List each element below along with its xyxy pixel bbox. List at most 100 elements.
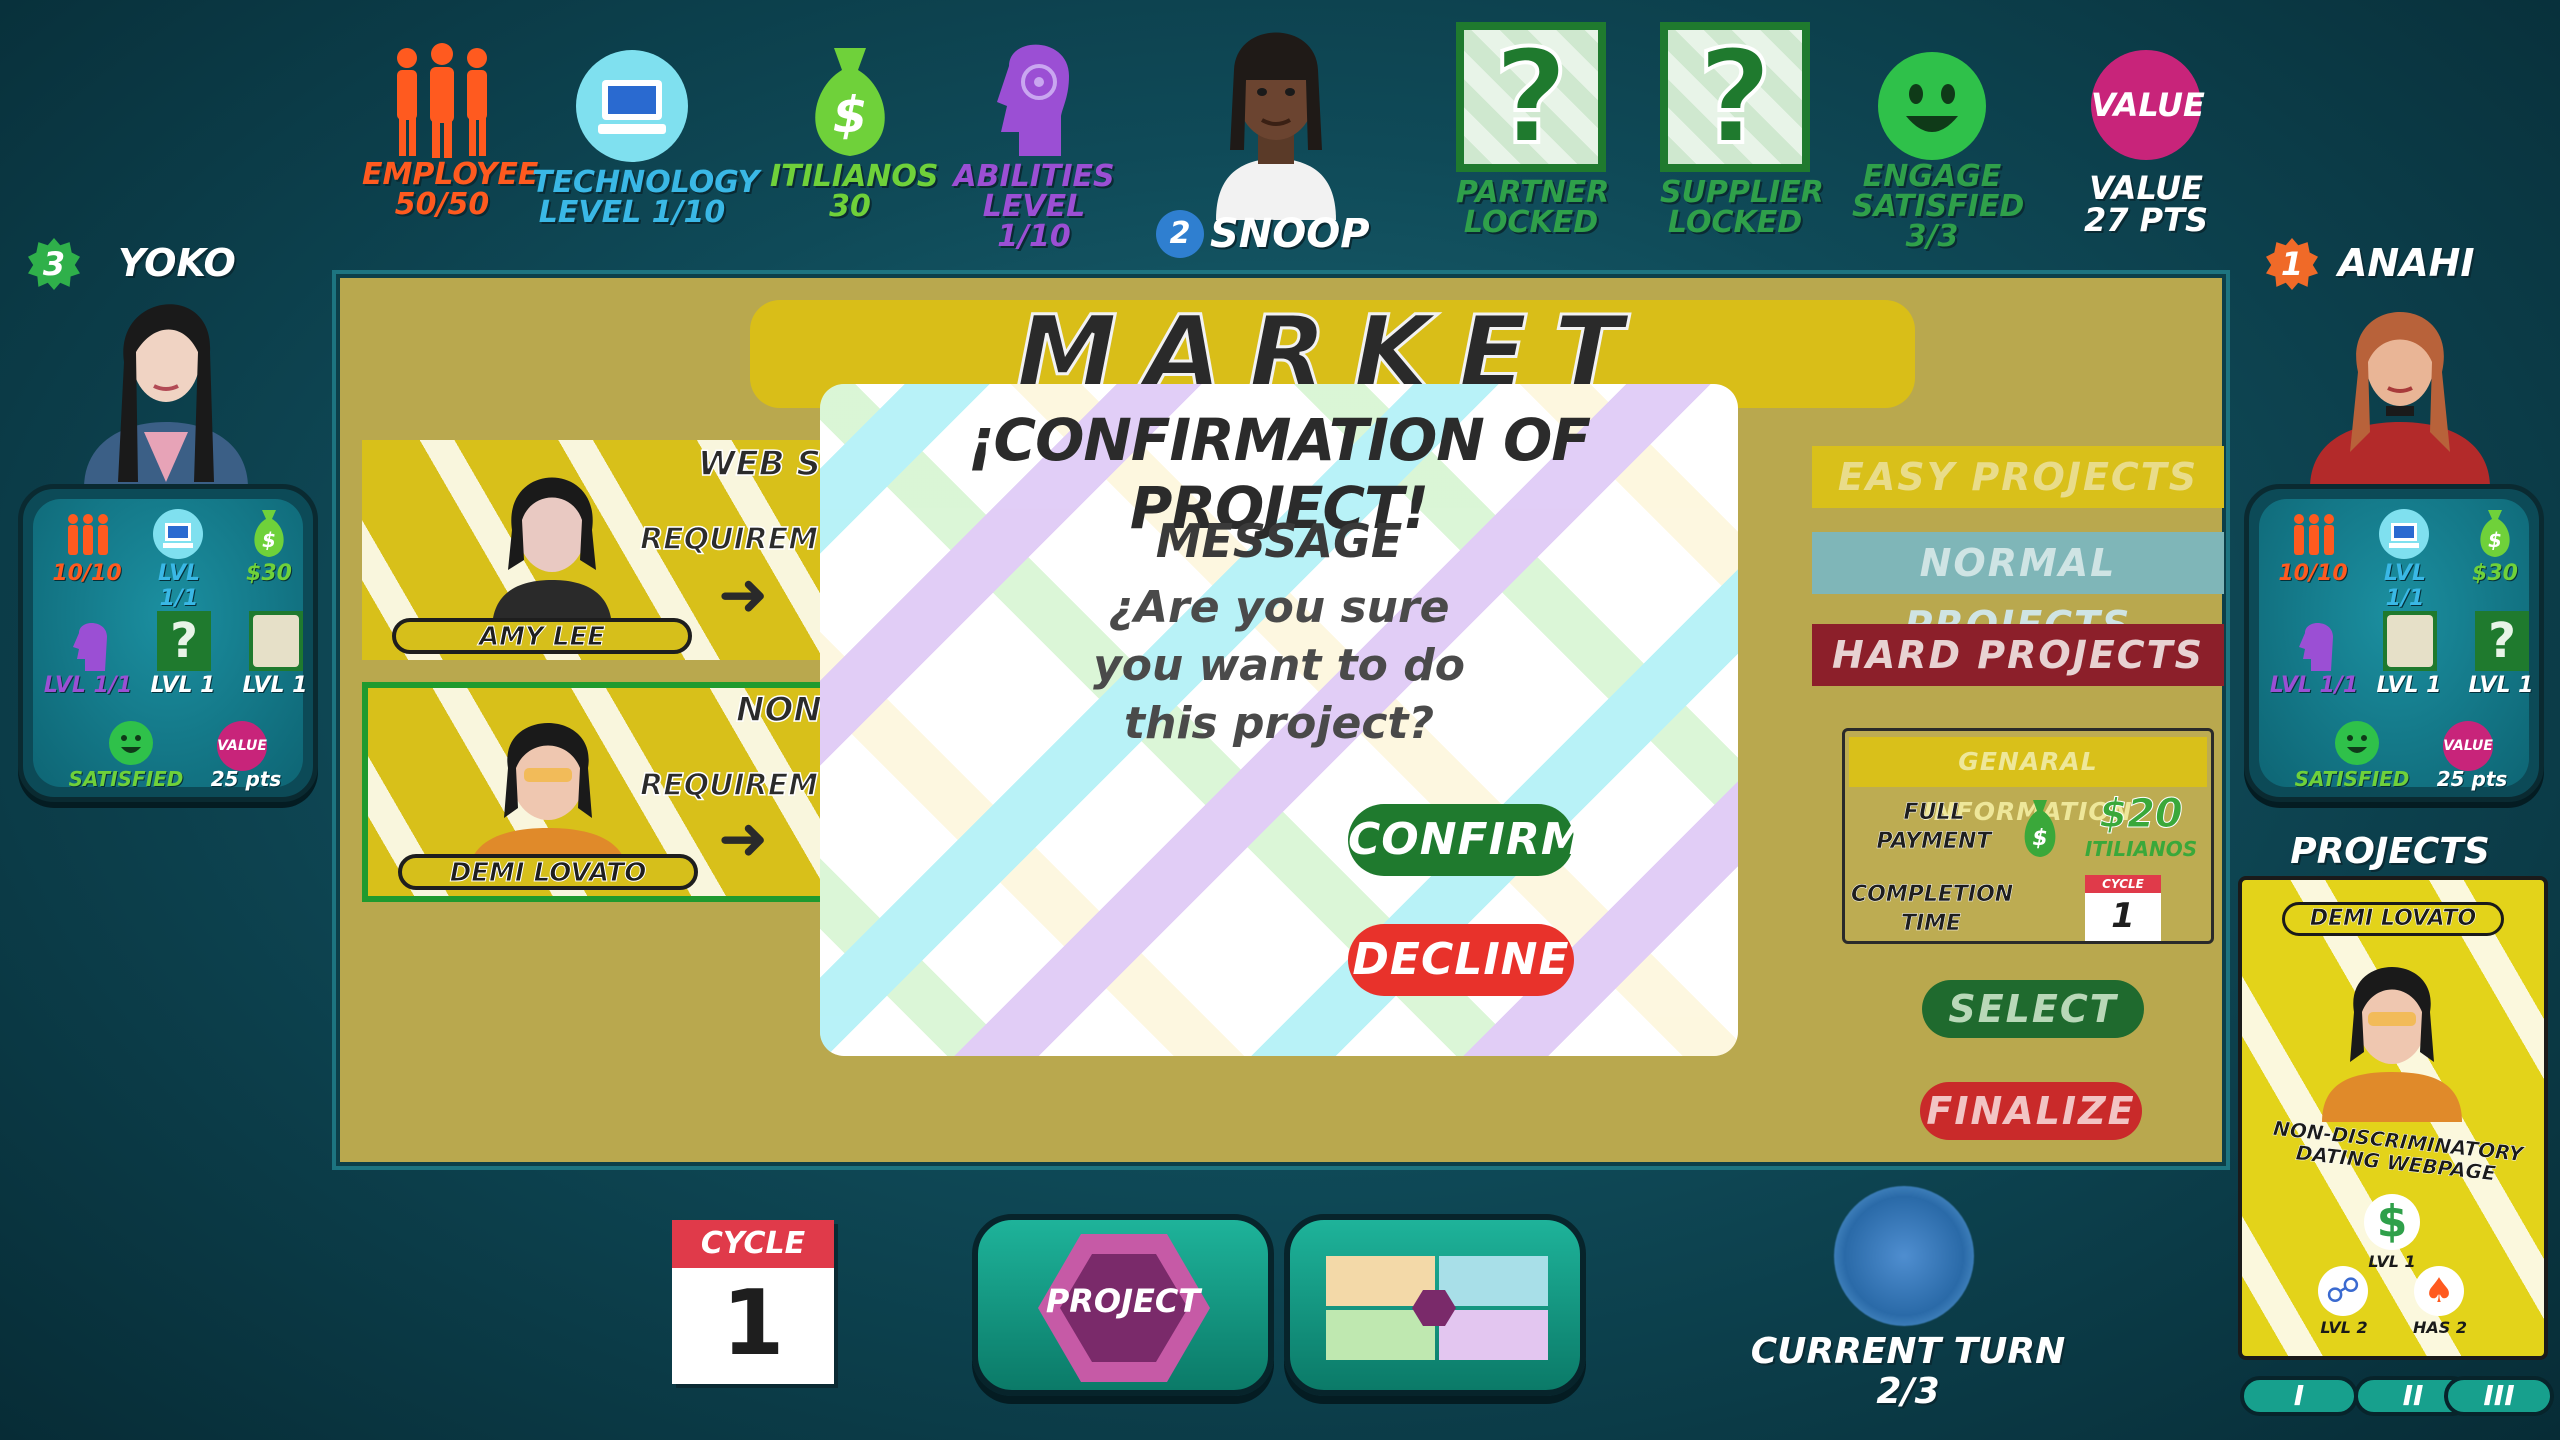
current-turn-value: 2/3 [1876, 1371, 1940, 1412]
right-points: 25 pts [2436, 767, 2508, 791]
left-tech: LVL 1/1 [157, 561, 201, 611]
modal-subtitle: MESSAGE [1155, 514, 1403, 568]
general-info-header: GENARAL INFORMATION [1849, 737, 2207, 826]
employees-icon [2294, 514, 2334, 555]
project-card[interactable]: DEMI LOVATO NON-DISCRIMINATORY DATING WE… [2238, 876, 2548, 1360]
snoop-avatar [1216, 32, 1336, 220]
money-bag-icon: $ [254, 510, 284, 557]
right-satisfied: SATISFIED [2294, 767, 2410, 791]
right-abilities: LVL 1/1 [2269, 673, 2359, 698]
engage-stat: ENGAGE SATISFIED 3/3 [1852, 52, 2025, 254]
easy-projects-button[interactable]: EASY PROJECTS [1812, 446, 2224, 508]
payment-value: $20 [2099, 791, 2184, 838]
req-2: LVL 2 [2320, 1318, 2368, 1337]
satellite-icon: ☍ [2318, 1266, 2368, 1316]
calendar-tag: CYCLE [2102, 877, 2144, 891]
technology-stat: TECHNOLOGY LEVEL 1/10 [532, 50, 760, 230]
computer-icon [2379, 509, 2429, 559]
value-points: 27 PTS [2084, 201, 2208, 239]
confirm-button[interactable]: CONFIRM [1348, 804, 1585, 876]
smiley-icon [1878, 52, 1986, 160]
row-2-title: NON [735, 689, 822, 731]
right-player-name: ANAHI [2338, 241, 2475, 285]
partner-stat: ? PARTNER LOCKED [1456, 19, 1610, 240]
engage-value: SATISFIED [1852, 189, 2025, 224]
employees-icon [68, 514, 108, 555]
row-1-title: WEB S [697, 443, 821, 485]
money-bag-icon: $ [2480, 510, 2510, 557]
select-button[interactable]: SELECT [1922, 980, 2144, 1038]
svg-text:$: $ [2032, 826, 2047, 851]
amy-lee-portrait [492, 477, 612, 630]
project-card-name: DEMI LOVATO [2282, 902, 2504, 936]
value-badge-icon: VALUE [2091, 50, 2205, 160]
modal-line-2: you want to do [1093, 640, 1465, 691]
project-button[interactable]: PROJECT [972, 1214, 1274, 1396]
cycle-value: 1 [721, 1271, 785, 1376]
cycle-calendar: CYCLE 1 [672, 1220, 834, 1384]
projects-header: PROJECTS [2290, 831, 2490, 872]
left-satisfied: SATISFIED [68, 767, 184, 791]
modal-line-1: ¿Are you sure [1108, 582, 1450, 633]
computer-icon [153, 509, 203, 559]
supplier-portrait-icon [249, 611, 303, 671]
project-button-label: PROJECT [1045, 1282, 1201, 1320]
right-player-card[interactable]: 10/10 LVL 1/1 $ $30 LVL 1/1 LVL 1 ? LVL … [2244, 484, 2544, 802]
page-1-button[interactable]: I [2240, 1376, 2358, 1416]
value-stat: VALUE VALUE 27 PTS [2066, 50, 2226, 236]
money-bag-icon: $ [815, 48, 885, 156]
partner-label: PARTNER [1456, 175, 1610, 210]
page-3-button[interactable]: III [2444, 1376, 2554, 1416]
turn-orb-icon [1834, 1186, 1974, 1326]
hard-projects-button[interactable]: HARD PROJECTS [1812, 624, 2224, 686]
smiley-icon [109, 721, 153, 765]
technology-label: TECHNOLOGY [532, 165, 760, 200]
right-money: $30 [2472, 561, 2518, 586]
left-supplier: LVL 1 [242, 673, 308, 698]
right-supplier: LVL 1 [2468, 673, 2534, 698]
question-card-icon: ? [157, 611, 211, 671]
completion-time-label: COMPLETION TIME [1851, 882, 2014, 936]
abilities-label: ABILITIES [953, 159, 1115, 194]
technology-value: LEVEL 1/10 [538, 195, 726, 230]
left-employees: 10/10 [52, 561, 122, 586]
arrow-right-icon: ➜ [718, 804, 769, 874]
value-badge-icon: VALUE [217, 721, 267, 771]
row-1-req: REQUIREM [639, 521, 819, 558]
req-3: HAS 2 [2413, 1318, 2467, 1337]
row-1-name: AMY LEE [392, 618, 692, 654]
left-partner: LVL 1 [150, 673, 216, 698]
itilianos-stat: $ ITILIANOS 30 [770, 40, 939, 222]
svg-text:$: $ [833, 86, 868, 144]
arrow-right-icon: ➜ [718, 560, 769, 630]
itilianos-label: ITILIANOS [770, 159, 939, 194]
supplier-label: SUPPLIER [1660, 175, 1824, 210]
overview-button[interactable] [1284, 1214, 1586, 1396]
anahi-avatar [2310, 312, 2490, 488]
computer-icon [576, 50, 688, 162]
engage-count: 3/3 [1905, 219, 1959, 254]
left-points: 25 pts [210, 767, 282, 791]
employee-value: 50/50 [394, 187, 490, 222]
engage-label: ENGAGE [1862, 159, 2002, 194]
row-2-name: DEMI LOVATO [398, 854, 698, 890]
decline-button[interactable]: DECLINE [1348, 924, 1574, 996]
yoko-avatar [84, 304, 248, 488]
right-employees: 10/10 [2278, 561, 2348, 586]
calendar-icon: CYCLE 1 [2085, 875, 2161, 941]
current-player: 2 SNOOP [1156, 10, 1396, 266]
smiley-icon [2335, 721, 2379, 765]
normal-projects-button[interactable]: NORMAL PROJECTS [1812, 532, 2224, 647]
right-partner: LVL 1 [2376, 673, 2442, 698]
partner-value: LOCKED [1463, 205, 1599, 240]
cycle-label: CYCLE [700, 1226, 806, 1261]
demi-lovato-portrait [2322, 967, 2462, 1122]
finalize-button[interactable]: FINALIZE [1920, 1082, 2142, 1140]
supplier-value: LOCKED [1667, 205, 1803, 240]
left-player-card[interactable]: 10/10 LVL 1/1 $ $30 LVL 1/1 ? LVL 1 LVL … [18, 484, 318, 802]
question-card-icon: ? [1660, 19, 1810, 175]
left-player-name: YOKO [118, 241, 236, 285]
completion-time-value: 1 [2111, 896, 2135, 936]
general-info-panel: GENARAL INFORMATION FULL PAYMENT $ $20 I… [1842, 728, 2214, 944]
svg-text:$: $ [262, 528, 276, 552]
